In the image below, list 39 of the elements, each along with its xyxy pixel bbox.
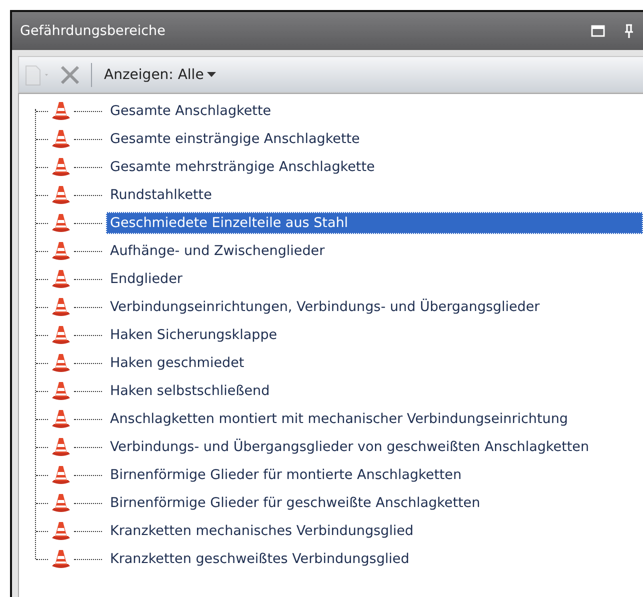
traffic-cone-icon (50, 436, 72, 458)
tree-item[interactable]: Rundstahlkette (106, 184, 216, 206)
traffic-cone-icon (50, 240, 72, 262)
traffic-cone-icon (50, 268, 72, 290)
tree-item[interactable]: Endglieder (106, 268, 186, 290)
tree-item[interactable]: Geschmiedete Einzelteile aus Stahl (106, 212, 643, 234)
caret-icon (206, 72, 216, 78)
traffic-cone-icon (50, 464, 72, 486)
traffic-cone-icon (50, 548, 72, 570)
traffic-cone-icon (50, 324, 72, 346)
tree-item[interactable]: Haken selbstschließend (106, 380, 274, 402)
traffic-cone-icon (50, 156, 72, 178)
traffic-cone-icon (50, 128, 72, 150)
tree-item[interactable]: Gesamte mehrsträngige Anschlagkette (106, 156, 379, 178)
pin-icon[interactable] (623, 24, 635, 38)
tree-item[interactable]: Kranzketten mechanisches Verbindungsglied (106, 520, 418, 542)
tree-item[interactable]: Gesamte einsträngige Anschlagkette (106, 128, 364, 150)
traffic-cone-icon (50, 408, 72, 430)
traffic-cone-icon (50, 380, 72, 402)
tree-item[interactable]: Birnenförmige Glieder für montierte Anschlagketten (106, 464, 466, 486)
tree-item[interactable]: Aufhänge- und Zwischenglieder (106, 240, 329, 262)
traffic-cone-icon (50, 184, 72, 206)
tree-item[interactable]: Haken geschmiedet (106, 352, 248, 374)
traffic-cone-icon (50, 520, 72, 542)
traffic-cone-icon (50, 492, 72, 514)
filter-dropdown[interactable]: Anzeigen: Alle (100, 64, 220, 84)
window-title: Gefährdungsbereiche (20, 23, 166, 39)
traffic-cone-icon (50, 100, 72, 122)
tree-item[interactable]: Gesamte Anschlagkette (106, 100, 276, 122)
traffic-cone-icon (50, 212, 72, 234)
traffic-cone-icon (50, 296, 72, 318)
tree-item[interactable]: Kranzketten geschweißtes Verbindungsglied (106, 548, 414, 570)
tree-item[interactable]: Verbindungs- und Übergangsglieder von geschweißten Anschlagketten (106, 436, 594, 458)
tree-item[interactable]: Verbindungseinrichtungen, Verbindungs- und Übergangsglieder (106, 296, 544, 318)
tree-item[interactable]: Anschlagketten montiert mit mechanischer Verbindungseinrichtung (106, 408, 572, 430)
traffic-cone-icon (50, 352, 72, 374)
tree-item[interactable]: Haken Sicherungsklappe (106, 324, 282, 346)
tree-item[interactable]: Birnenförmige Glieder für geschweißte Anschlagketten (106, 492, 484, 514)
maximize-icon[interactable] (591, 25, 605, 37)
